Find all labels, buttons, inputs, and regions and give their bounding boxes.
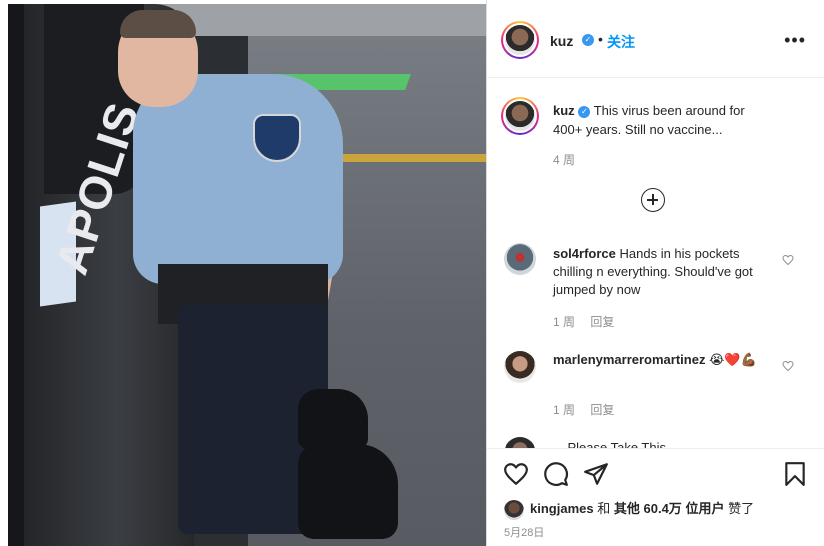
caption-timestamp[interactable]: 4 周 xyxy=(553,151,575,168)
comment-body: 😭❤️💪🏾 xyxy=(709,352,757,367)
follow-button[interactable]: 关注 xyxy=(607,32,635,52)
comment-text: sol4rforce Hands in his pockets chilling… xyxy=(553,245,763,299)
reply-button[interactable]: 回复 xyxy=(590,315,614,329)
load-more-comments-icon[interactable] xyxy=(641,188,665,212)
liker-avatar[interactable] xyxy=(504,499,524,520)
caption-text: kuz ✓ This virus been around for 400+ ye… xyxy=(553,101,773,139)
comments-list[interactable]: kuz ✓ This virus been around for 400+ ye… xyxy=(487,79,824,448)
caption-username[interactable]: kuz xyxy=(553,103,575,118)
post-date[interactable]: 5月28日 xyxy=(504,524,544,540)
post-actions-bar: kingjames 和 其他 60.4万 位用户 赞了 5月28日 xyxy=(487,448,824,546)
likes-liked: 赞了 xyxy=(728,501,755,516)
comment-meta: 1 周 回复 xyxy=(553,401,626,418)
photo-boot xyxy=(298,444,398,539)
photo-officer-hair xyxy=(120,10,196,38)
photo-police-patch xyxy=(253,114,301,162)
likes-others[interactable]: 其他 xyxy=(614,501,640,516)
commenter-avatar[interactable] xyxy=(504,243,536,275)
heart-icon[interactable] xyxy=(503,461,529,487)
caption-avatar[interactable] xyxy=(501,97,539,135)
likes-summary: kingjames 和 其他 60.4万 位用户 赞了 xyxy=(504,498,754,520)
photo-boot xyxy=(298,389,368,449)
author-avatar[interactable] xyxy=(501,21,539,59)
comment-timestamp[interactable]: 1 周 xyxy=(553,315,575,329)
post-header: kuz ✓ • 关注 ••• xyxy=(487,0,824,78)
commenter-avatar[interactable] xyxy=(504,351,536,383)
more-options-icon[interactable]: ••• xyxy=(784,30,806,51)
bookmark-icon[interactable] xyxy=(782,461,808,487)
separator-dot: • xyxy=(598,31,603,47)
like-comment-heart-icon[interactable] xyxy=(782,254,794,266)
page-margin xyxy=(0,0,8,546)
commenter-username[interactable]: sol4rforce xyxy=(553,246,616,261)
likes-and: 和 xyxy=(597,501,611,516)
likes-users[interactable]: 位用户 xyxy=(685,501,724,516)
comment-body: Please Take This xyxy=(567,440,666,448)
comment-meta: 1 周 回复 xyxy=(553,313,626,330)
reply-button[interactable]: 回复 xyxy=(590,403,614,417)
send-icon[interactable] xyxy=(583,461,609,487)
author-username[interactable]: kuz xyxy=(550,33,573,49)
like-comment-heart-icon[interactable] xyxy=(782,360,794,372)
comment-timestamp[interactable]: 1 周 xyxy=(553,403,575,417)
comment-text: ... Please Take This xyxy=(553,439,763,448)
verified-badge-icon: ✓ xyxy=(578,105,591,118)
commenter-username[interactable]: marlenymarreromartinez xyxy=(553,352,705,367)
comment-text: marlenymarreromartinez 😭❤️💪🏾 xyxy=(553,351,763,369)
commenter-avatar[interactable] xyxy=(504,437,536,448)
verified-badge-icon: ✓ xyxy=(582,34,594,46)
liker-username[interactable]: kingjames xyxy=(530,501,594,516)
post-side-panel: kuz ✓ • 关注 ••• kuz ✓ This virus been aro… xyxy=(487,0,824,546)
post-photo[interactable]: APOLIS xyxy=(8,4,486,546)
comment-icon[interactable] xyxy=(543,461,569,487)
likes-count[interactable]: 60.4万 xyxy=(644,501,682,516)
commenter-username[interactable]: ... xyxy=(553,440,564,448)
photo-dark-edge xyxy=(8,4,24,546)
